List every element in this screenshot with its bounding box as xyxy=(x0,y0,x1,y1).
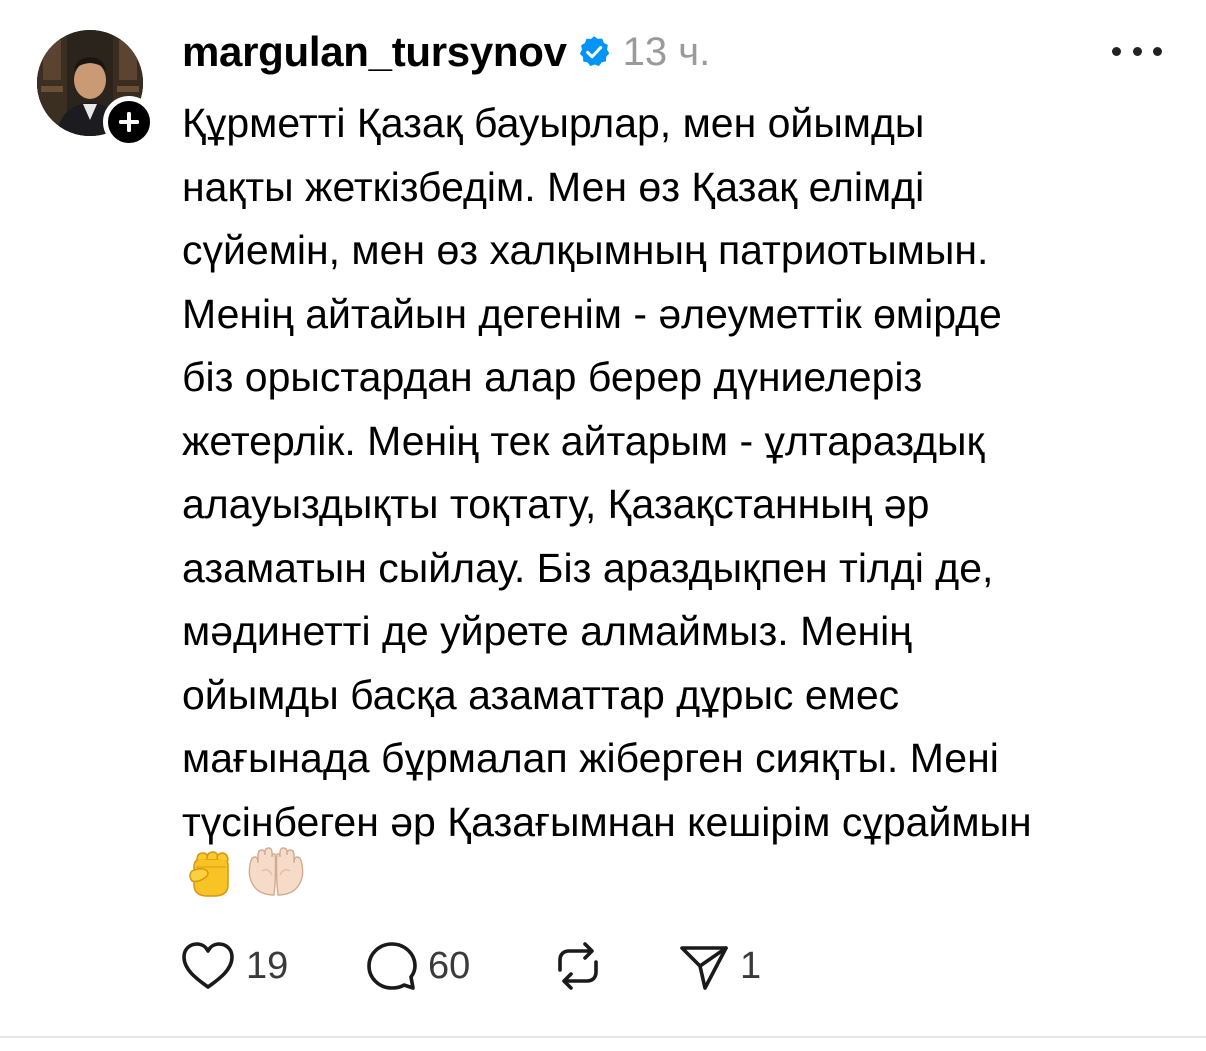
post-text-line: сүйемін, мен өз халқымның патриотымын. xyxy=(182,227,989,273)
send-icon xyxy=(680,946,728,990)
more-icon xyxy=(1112,46,1121,56)
action-bar: 19 60 1 xyxy=(180,938,761,994)
thread-post: margulan_tursynov 13 ч. Құрметті Қазақ б… xyxy=(0,0,1206,1051)
post-header: margulan_tursynov 13 ч. xyxy=(182,26,710,78)
post-text-line: жетерлік. Менің тек айтарым - ұлтараздық xyxy=(182,417,985,464)
username-link[interactable]: margulan_tursynov xyxy=(182,28,567,76)
plus-icon xyxy=(119,112,139,132)
emoji-row xyxy=(182,845,308,899)
more-button[interactable] xyxy=(1112,36,1162,66)
like-count: 19 xyxy=(246,944,289,987)
post-text-line: біз орыстардан алар берер дүниелеріз xyxy=(182,354,923,400)
reply-button[interactable]: 60 xyxy=(366,940,552,992)
heart-icon xyxy=(182,942,234,989)
post-text-line: түсінбеген әр Қазағымнан кешірім сұраймы… xyxy=(182,798,1032,845)
post-text-line: Менің айтайын дегенім - әлеуметтік өмірд… xyxy=(182,290,1002,337)
post-text-line: мағынада бұрмалап жіберген сияқты. Мені xyxy=(182,735,999,781)
share-button[interactable]: 1 xyxy=(678,940,761,992)
post-text-line: ойымды басқа азаматтар дұрыс емес xyxy=(182,671,900,718)
comment-icon xyxy=(367,942,417,990)
avatar-container[interactable] xyxy=(37,30,155,148)
more-icon-dot xyxy=(1153,46,1162,56)
palms-up-together-emoji xyxy=(248,847,304,896)
post-text-line: алауыздықты тоқтату, Қазақстанның әр xyxy=(182,481,930,527)
repost-button[interactable] xyxy=(552,940,678,992)
more-icon-dot xyxy=(1132,46,1142,56)
post-divider xyxy=(0,1036,1206,1038)
post-text-line: азаматын сыйлау. Біз араздықпен тілді де… xyxy=(182,544,994,591)
timestamp: 13 ч. xyxy=(622,29,711,74)
post-text-line: мәдинетті де уйрете алмаймыз. Менің xyxy=(182,608,912,654)
follow-button[interactable] xyxy=(103,96,155,148)
reply-count: 60 xyxy=(428,944,471,987)
repost-icon xyxy=(558,942,598,990)
like-button[interactable]: 19 xyxy=(180,940,366,992)
post-text-line: нақты жеткізбедім. Мен өз Қазақ елімді xyxy=(182,163,925,210)
post-body: Құрметті Қазақ бауырлар, мен ойымды нақт… xyxy=(182,92,1182,854)
share-count: 1 xyxy=(740,944,762,987)
verified-badge-icon xyxy=(579,36,609,67)
raised-fist-emoji xyxy=(189,851,229,897)
post-text-line: Құрметті Қазақ бауырлар, мен ойымды xyxy=(182,100,925,146)
